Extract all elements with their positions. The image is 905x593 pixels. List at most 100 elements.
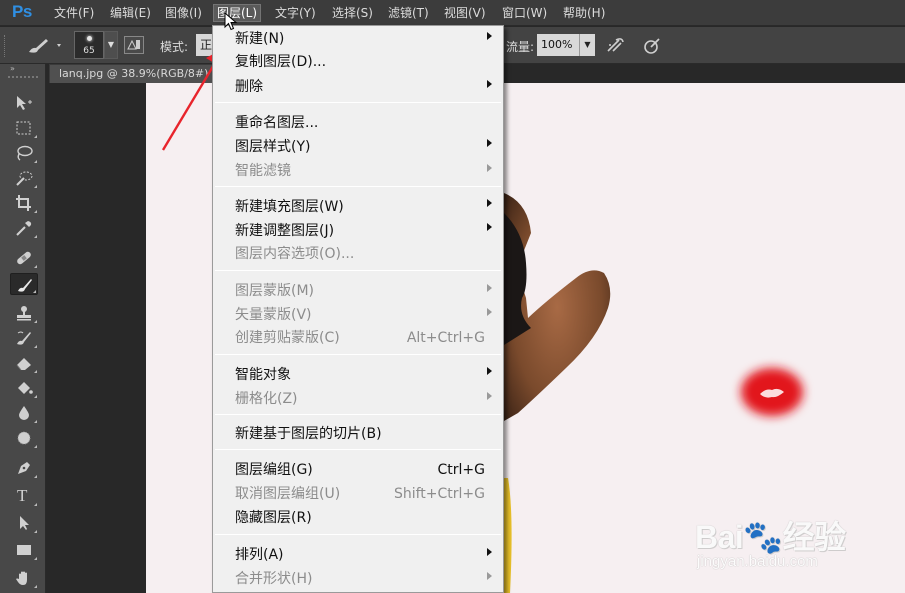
pen-tool[interactable]	[10, 457, 38, 479]
eraser-tool[interactable]	[10, 352, 38, 374]
menu-item-rename-layer[interactable]: 重命名图层...	[235, 113, 318, 133]
move-tool[interactable]	[10, 92, 38, 114]
direct-select-arrow-icon	[20, 516, 29, 530]
mode-label: 模式:	[160, 40, 189, 54]
menu-item-layer-style[interactable]: 图层样式(Y)	[235, 137, 310, 157]
marquee-icon	[16, 121, 31, 135]
menu-separator	[215, 354, 501, 355]
menu-edit[interactable]: 编辑(E)	[107, 4, 154, 22]
athlete-yellow-jersey	[504, 478, 512, 593]
brush-size-value: 65	[83, 46, 95, 56]
submenu-arrow-icon	[487, 284, 492, 292]
brush-preset-dropdown[interactable]: ▼	[104, 31, 118, 59]
menu-item-duplicate-layer[interactable]: 复制图层(D)...	[235, 52, 326, 72]
layer-menu-dropdown: 新建(N) 复制图层(D)... 删除 重命名图层... 图层样式(Y) 智能滤…	[212, 25, 504, 593]
submenu-arrow-icon	[487, 32, 492, 40]
menu-view[interactable]: 视图(V)	[441, 4, 489, 22]
healing-brush-tool[interactable]	[10, 247, 38, 269]
menu-bar: Ps 文件(F) 编辑(E) 图像(I) 图层(L) 文字(Y) 选择(S) 滤…	[0, 0, 905, 26]
menu-item-hide-layers[interactable]: 隐藏图层(R)	[235, 508, 312, 528]
clone-stamp-tool[interactable]	[10, 302, 38, 324]
brush-preset-picker[interactable]: 65	[74, 31, 104, 59]
eyedropper-tool[interactable]	[10, 217, 38, 239]
move-icon	[17, 96, 32, 110]
submenu-arrow-icon	[487, 80, 492, 88]
menu-item-combine-shapes[interactable]: 合并形状(H)	[235, 569, 312, 589]
submenu-arrow-icon	[487, 392, 492, 400]
dodge-icon	[17, 431, 31, 445]
menu-help[interactable]: 帮助(H)	[560, 4, 608, 22]
menu-image[interactable]: 图像(I)	[162, 4, 205, 22]
menu-separator	[215, 102, 501, 103]
tool-preset-picker[interactable]	[24, 35, 64, 57]
options-bar-grip[interactable]	[4, 35, 7, 57]
path-selection-tool[interactable]	[10, 512, 38, 534]
menu-item-group-layers[interactable]: 图层编组(G)	[235, 460, 313, 480]
menu-item-create-clipping-mask[interactable]: 创建剪贴蒙版(C)	[235, 328, 340, 348]
menu-item-smart-filter[interactable]: 智能滤镜	[235, 161, 291, 181]
submenu-arrow-icon	[487, 199, 492, 207]
menu-separator	[215, 534, 501, 535]
menu-item-new[interactable]: 新建(N)	[235, 29, 284, 49]
submenu-arrow-icon	[487, 139, 492, 147]
menu-item-new-fill-layer[interactable]: 新建填充图层(W)	[235, 197, 344, 217]
rectangle-icon	[17, 545, 31, 555]
tools-panel-grip[interactable]	[8, 76, 38, 82]
menu-item-arrange[interactable]: 排列(A)	[235, 545, 284, 565]
shortcut-ungroup-layers: Shift+Ctrl+G	[393, 486, 485, 502]
menu-separator	[215, 414, 501, 415]
shortcut-group-layers: Ctrl+G	[437, 462, 486, 478]
menu-type[interactable]: 文字(Y)	[272, 4, 319, 22]
history-brush-icon	[17, 331, 31, 345]
submenu-arrow-icon	[487, 548, 492, 556]
hand-tool[interactable]	[10, 567, 38, 589]
menu-window[interactable]: 窗口(W)	[499, 4, 550, 22]
menu-select[interactable]: 选择(S)	[329, 4, 376, 22]
marquee-tool[interactable]	[10, 117, 38, 139]
quick-selection-tool[interactable]	[10, 167, 38, 189]
menu-file[interactable]: 文件(F)	[51, 4, 97, 22]
mouse-cursor-icon	[224, 12, 238, 31]
rectangle-tool[interactable]	[10, 539, 38, 561]
submenu-arrow-icon	[487, 367, 492, 375]
baidu-watermark-url: jingyan.baidu.com	[697, 553, 818, 570]
type-icon: T	[17, 486, 28, 505]
history-brush-tool[interactable]	[10, 327, 38, 349]
menu-separator	[215, 449, 501, 450]
eyedropper-icon	[16, 221, 32, 236]
menu-item-layer-mask[interactable]: 图层蒙版(M)	[235, 281, 314, 301]
lasso-tool[interactable]	[10, 142, 38, 164]
paint-bucket-icon	[18, 382, 33, 394]
paint-bucket-tool[interactable]	[10, 377, 38, 399]
airbrush-icon[interactable]	[604, 34, 628, 58]
submenu-arrow-icon	[487, 164, 492, 172]
brush-tip-icon	[87, 36, 92, 41]
brush-tool[interactable]	[10, 273, 38, 295]
collapse-panel-icon[interactable]: »	[10, 64, 15, 73]
type-tool[interactable]: T	[10, 485, 38, 507]
flow-label: 流量:	[506, 40, 535, 54]
menu-item-rasterize[interactable]: 栅格化(Z)	[235, 389, 298, 409]
menu-item-vector-mask[interactable]: 矢量蒙版(V)	[235, 305, 312, 325]
menu-filter[interactable]: 滤镜(T)	[385, 4, 432, 22]
menu-item-smart-object[interactable]: 智能对象	[235, 365, 291, 385]
submenu-arrow-icon	[487, 572, 492, 580]
lasso-icon	[17, 145, 33, 161]
dodge-tool[interactable]	[10, 427, 38, 449]
flow-dropdown[interactable]: ▼	[579, 34, 595, 56]
crop-tool[interactable]	[10, 192, 38, 214]
bandage-icon	[17, 251, 31, 265]
brush-panel-toggle-icon[interactable]	[124, 36, 144, 54]
menu-item-ungroup-layers[interactable]: 取消图层编组(U)	[235, 484, 340, 504]
menu-item-delete[interactable]: 删除	[235, 77, 263, 97]
submenu-arrow-icon	[487, 223, 492, 231]
menu-item-new-layer-based-slice[interactable]: 新建基于图层的切片(B)	[235, 424, 382, 444]
flow-input[interactable]: 100%	[537, 34, 579, 56]
menu-item-new-adjustment-layer[interactable]: 新建调整图层(J)	[235, 221, 334, 241]
blur-tool[interactable]	[10, 402, 38, 424]
baidu-watermark: Bai🐾经验	[695, 519, 846, 555]
tools-panel: » T	[0, 64, 46, 593]
menu-item-layer-content-options[interactable]: 图层内容选项(O)...	[235, 244, 354, 264]
pen-nib-icon	[18, 462, 30, 474]
pressure-size-icon[interactable]	[640, 34, 664, 58]
